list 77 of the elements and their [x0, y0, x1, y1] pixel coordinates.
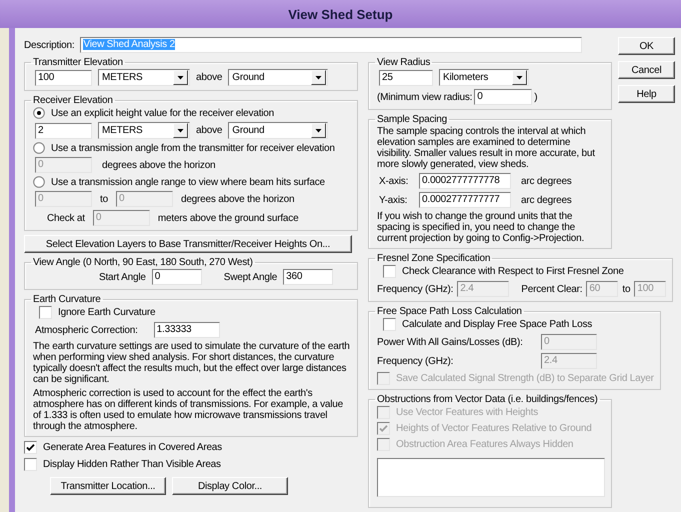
field-label: to — [622, 284, 630, 294]
spacing-field[interactable]: 0.0002777777777 — [419, 192, 511, 208]
checkbox-label: Display Hidden Rather Than Visible Areas — [43, 459, 221, 470]
swept-angle-field[interactable]: 360 — [283, 269, 334, 285]
spacing-field[interactable]: 0.0002777777778 — [419, 173, 511, 189]
field-label: ) — [534, 92, 538, 102]
checkbox-label: Heights of Vector Features Relative to Ground — [396, 423, 592, 434]
field-label: above — [196, 125, 222, 136]
group-title: Fresnel Zone Specification — [376, 253, 492, 264]
checkbox-label: Generate Area Features in Covered Areas — [43, 442, 222, 453]
height-field[interactable]: 2 — [35, 122, 92, 138]
group-title: Receiver Elevation — [32, 95, 114, 106]
checkbox-label: Calculate and Display Free Space Path Loss — [402, 319, 592, 330]
radio-label: Use a transmission angle from the transmitter for receiver elevation — [51, 142, 335, 154]
field-label: arc degrees — [521, 176, 572, 186]
radio-label: Use a transmission angle range to view where beam hits surface — [51, 176, 325, 188]
checkbox[interactable] — [24, 441, 37, 454]
field-label: Atmospheric Correction: — [35, 324, 138, 336]
group-title: Earth Curvature — [32, 294, 102, 305]
height-field[interactable]: 100 — [35, 70, 92, 86]
field-label: Power With All Gains/Losses (dB): — [377, 336, 524, 348]
field-label: to — [100, 194, 108, 204]
field-label: Percent Clear: — [521, 284, 582, 294]
group-title: Obstructions from Vector Data (i.e. buildings/fences) — [376, 394, 599, 405]
list-box[interactable] — [377, 458, 605, 497]
dialog-button[interactable]: OK — [618, 37, 675, 55]
reference-dropdown[interactable]: Ground — [228, 122, 328, 139]
group-title: Transmitter Elevation — [32, 57, 124, 68]
help-text: If you wish to change the ground units that the spacing is specified in, you need to change the current projection by going to Config->Projection. — [377, 211, 586, 244]
checkbox-label: Use Vector Features with Heights — [396, 407, 538, 418]
radio-button[interactable] — [33, 176, 45, 188]
group-title: Sample Spacing — [376, 114, 448, 125]
dialog-button[interactable]: Display Color... — [172, 477, 288, 495]
checkbox-label: Ignore Earth Curvature — [58, 307, 156, 318]
window-title: View Shed Setup — [288, 6, 393, 22]
checkbox[interactable] — [383, 318, 396, 331]
minimum-radius-field[interactable]: 0 — [474, 89, 532, 105]
units-dropdown[interactable]: Kilometers — [439, 69, 529, 86]
checkbox-label: Save Calculated Signal Strength (dB) to Separate Grid Layer — [396, 373, 654, 384]
field-label: degrees above the horizon — [102, 160, 216, 170]
radio-label: Use an explicit height value for the receiver elevation — [51, 108, 274, 118]
field-label: Start Angle — [99, 272, 146, 282]
dialog-button[interactable]: Cancel — [618, 61, 675, 79]
help-text: Atmospheric correction is used to account for the effect the earth's atmosphere has on different kinds of transmissions. For example, a value of 1.333 is often used to emulate how microwave transmissions travel through the atmosphere. — [33, 388, 344, 432]
checkbox-label: Check Clearance with Respect to First Fresnel Zone — [402, 266, 624, 277]
field-label: above — [196, 72, 222, 83]
checkbox[interactable] — [383, 265, 396, 278]
start-angle-field[interactable]: 0 — [152, 269, 202, 285]
reference-dropdown[interactable]: Ground — [228, 69, 328, 86]
dialog-button[interactable]: Help — [618, 85, 675, 103]
help-text: The sample spacing controls the interval at which elevation samples are examined to determine visibility. Smaller values result in more accurate, but more slowly generated, view sheds. — [377, 126, 596, 170]
checkbox[interactable] — [24, 458, 37, 471]
field-label: Check at — [47, 212, 85, 224]
radio-button[interactable] — [33, 107, 45, 119]
dialog-button[interactable]: Transmitter Location... — [50, 477, 166, 495]
field-label: Frequency (GHz): — [377, 284, 454, 294]
field-label: degrees above the horizon — [180, 194, 294, 204]
field-label: Description: — [24, 40, 74, 50]
help-text: The earth curvature settings are used to simulate the curvature of the earth when performing view shed analysis. For short distances, the curvature typically doesn't affect the results much, but the effect over large distances can be significant. — [33, 341, 351, 385]
select-layers-button[interactable]: Select Elevation Layers to Base Transmitter/Receiver Heights On... — [24, 235, 352, 253]
field-label: arc degrees — [521, 194, 572, 206]
field-label: X-axis: — [379, 176, 409, 186]
field-label: Y-axis: — [379, 194, 408, 206]
radius-field[interactable]: 25 — [379, 70, 433, 86]
field-label: meters above the ground surface — [158, 212, 298, 224]
units-dropdown[interactable]: METERS — [98, 122, 190, 139]
checkbox[interactable] — [39, 306, 52, 319]
group-title: Free Space Path Loss Calculation — [376, 306, 523, 317]
group-title: View Radius — [376, 57, 432, 68]
units-dropdown[interactable]: METERS — [98, 69, 190, 86]
correction-field[interactable]: 1.33333 — [154, 322, 220, 338]
field-label: (Minimum view radius: — [377, 92, 472, 102]
checkbox-label: Obstruction Area Features Always Hidden — [396, 439, 574, 450]
field-label: Frequency (GHz): — [377, 356, 454, 366]
radio-button[interactable] — [33, 142, 45, 154]
group-title: View Angle (0 North, 90 East, 180 South, 270 West) — [32, 257, 254, 268]
field-label: Swept Angle — [224, 272, 278, 282]
